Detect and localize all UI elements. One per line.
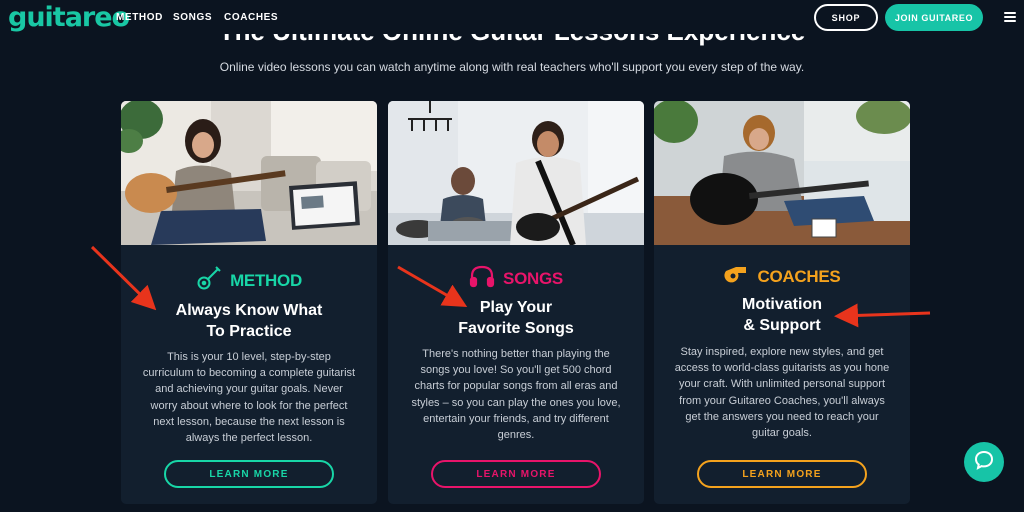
- method-photo: [121, 101, 377, 245]
- top-nav: guitareo METHOD SONGS COACHES SHOP JOIN …: [0, 0, 1024, 34]
- card-coaches: COACHES Motivation & Support Stay inspir…: [654, 101, 910, 504]
- join-guitareo-button[interactable]: JOIN GUITAREO: [885, 4, 983, 31]
- nav-link-coaches[interactable]: COACHES: [224, 12, 278, 23]
- songs-learn-more-button[interactable]: LEARN MORE: [431, 460, 601, 488]
- chat-button[interactable]: [964, 442, 1004, 482]
- songs-photo: [388, 101, 644, 245]
- whistle-icon: [723, 263, 750, 290]
- method-title-row: METHOD: [121, 265, 377, 296]
- method-heading: Always Know What To Practice: [175, 302, 323, 340]
- coaches-learn-more-button[interactable]: LEARN MORE: [697, 460, 867, 488]
- headphones-icon: [469, 264, 495, 293]
- method-description: This is your 10 level, step-by-step curr…: [142, 351, 356, 445]
- guitareo-logo[interactable]: guitareo: [8, 2, 130, 33]
- method-learn-more-button[interactable]: LEARN MORE: [164, 460, 334, 488]
- nav-link-songs[interactable]: SONGS: [173, 12, 212, 23]
- coaches-photo: [654, 101, 910, 245]
- songs-heading: Play Your Favorite Songs: [458, 299, 574, 337]
- shop-button[interactable]: SHOP: [814, 4, 878, 31]
- coaches-description: Stay inspired, explore new styles, and g…: [674, 346, 890, 440]
- coaches-title-row: COACHES: [654, 263, 910, 290]
- songs-description: There's nothing better than playing the …: [411, 348, 621, 442]
- card-method: METHOD Always Know What To Practice This…: [121, 101, 377, 504]
- page-subheadline: Online video lessons you can watch anyti…: [219, 60, 805, 74]
- card-songs: SONGS Play Your Favorite Songs There's n…: [388, 101, 644, 504]
- coaches-label: COACHES: [757, 266, 841, 286]
- songs-title-row: SONGS: [388, 264, 644, 293]
- nav-link-method[interactable]: METHOD: [116, 12, 163, 23]
- hamburger-menu-icon[interactable]: [1004, 12, 1016, 22]
- songs-label: SONGS: [503, 268, 563, 288]
- coaches-heading: Motivation & Support: [742, 296, 822, 334]
- chat-bubble-icon: [974, 450, 994, 475]
- method-label: METHOD: [230, 270, 302, 290]
- guitar-icon: [196, 265, 222, 296]
